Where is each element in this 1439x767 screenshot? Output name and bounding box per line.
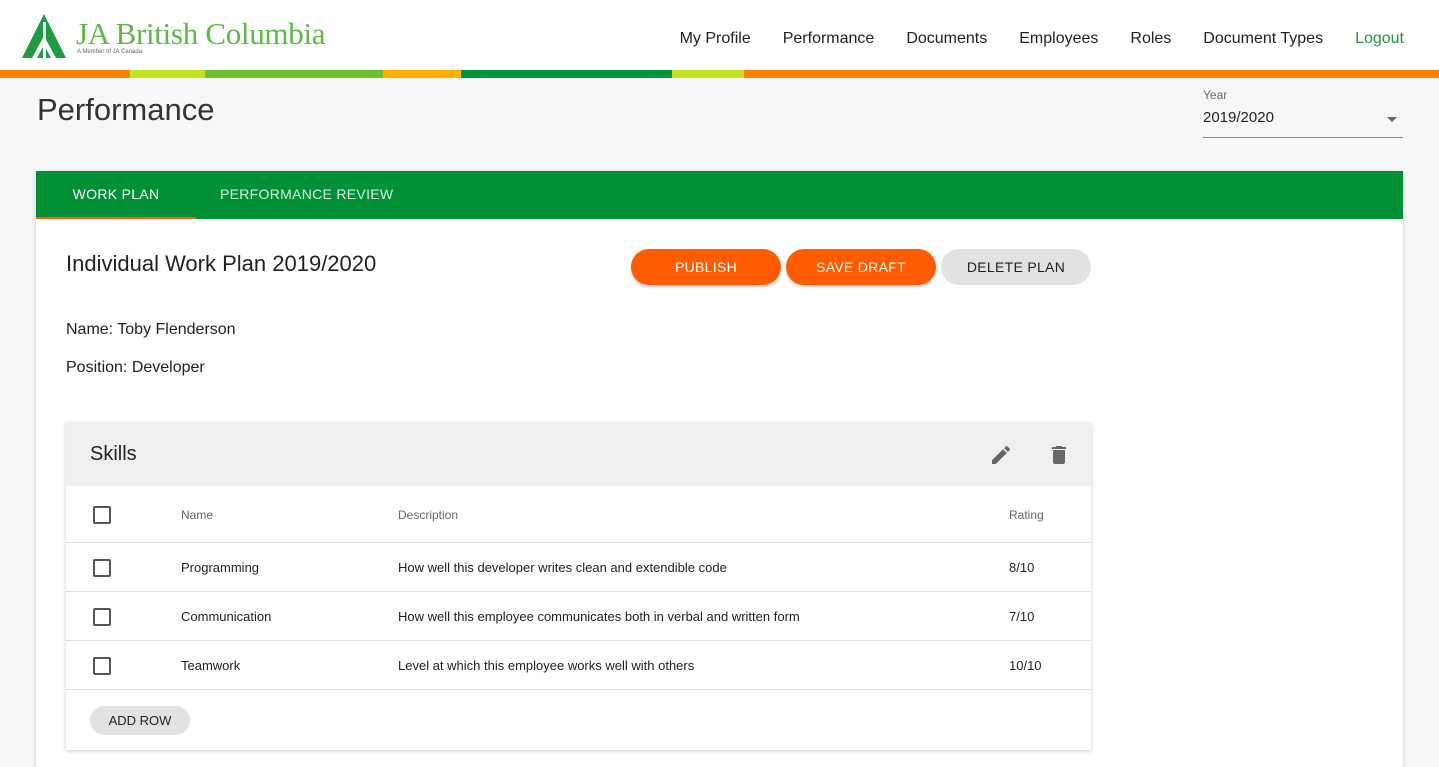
delete-plan-button[interactable]: DELETE PLAN xyxy=(941,249,1091,285)
brand-logo[interactable]: JA British Columbia A Member of JA Canad… xyxy=(22,14,326,60)
skills-panel: Skills Name Description Rating Programmi… xyxy=(66,423,1091,750)
employee-position: Position: Developer xyxy=(66,359,205,376)
skills-header: Skills xyxy=(66,423,1091,486)
stripe-segment xyxy=(744,70,1439,78)
skills-title: Skills xyxy=(90,443,137,465)
column-description: Description xyxy=(398,508,459,522)
skill-description: Level at which this employee works well … xyxy=(398,658,695,673)
column-rating: Rating xyxy=(1009,508,1044,522)
stripe-segment xyxy=(461,70,672,78)
add-row-button[interactable]: ADD ROW xyxy=(90,706,190,735)
nav-roles[interactable]: Roles xyxy=(1130,30,1171,48)
skill-rating: 10/10 xyxy=(1009,658,1042,673)
save-draft-button[interactable]: SAVE DRAFT xyxy=(786,249,936,285)
tab-work-plan[interactable]: WORK PLAN xyxy=(36,171,196,219)
skill-name: Programming xyxy=(181,560,260,575)
skill-name: Teamwork xyxy=(181,658,241,673)
year-value: 2019/2020 xyxy=(1203,109,1274,126)
publish-button[interactable]: PUBLISH xyxy=(631,249,781,285)
skill-rating: 7/10 xyxy=(1009,609,1035,624)
year-dropdown[interactable]: 2019/2020 xyxy=(1203,109,1403,138)
select-all-checkbox[interactable] xyxy=(93,506,111,524)
table-row: Teamwork Level at which this employee wo… xyxy=(66,641,1091,690)
caret-down-icon xyxy=(1387,117,1397,122)
skill-name: Communication xyxy=(181,609,272,624)
page-title: Performance xyxy=(37,92,215,127)
skill-description: How well this developer writes clean and… xyxy=(398,560,727,575)
nav-logout[interactable]: Logout xyxy=(1355,30,1404,48)
main-nav: My Profile Performance Documents Employe… xyxy=(680,30,1404,48)
brand-subtitle: A Member of JA Canada xyxy=(77,49,143,55)
year-select[interactable]: Year 2019/2020 xyxy=(1203,88,1403,138)
nav-employees[interactable]: Employees xyxy=(1019,30,1098,48)
plan-title: Individual Work Plan 2019/2020 xyxy=(66,251,377,276)
column-name: Name xyxy=(181,508,214,522)
brand-title: JA British Columbia xyxy=(76,16,326,51)
tab-performance-review[interactable]: PERFORMANCE REVIEW xyxy=(220,171,393,219)
stripe-segment xyxy=(205,70,383,78)
stripe-segment xyxy=(672,70,744,78)
nav-document-types[interactable]: Document Types xyxy=(1203,30,1323,48)
year-label: Year xyxy=(1203,88,1228,102)
row-checkbox[interactable] xyxy=(93,559,111,577)
ja-logo-icon xyxy=(22,14,66,58)
stripe-segment xyxy=(383,70,461,78)
stripe-segment xyxy=(130,70,205,78)
trash-icon[interactable] xyxy=(1047,443,1071,467)
pencil-icon[interactable] xyxy=(989,443,1013,467)
nav-performance[interactable]: Performance xyxy=(783,30,875,48)
table-row: Programming How well this developer writ… xyxy=(66,543,1091,592)
nav-documents[interactable]: Documents xyxy=(906,30,987,48)
table-row: Communication How well this employee com… xyxy=(66,592,1091,641)
stripe-segment xyxy=(0,70,130,78)
work-plan-card: WORK PLAN PERFORMANCE REVIEW Individual … xyxy=(36,171,1403,767)
employee-name: Name: Toby Flenderson xyxy=(66,321,236,338)
table-header-row: Name Description Rating xyxy=(66,486,1091,543)
skill-rating: 8/10 xyxy=(1009,560,1035,575)
app-header: JA British Columbia A Member of JA Canad… xyxy=(0,0,1439,70)
brand-stripe xyxy=(0,70,1439,78)
nav-my-profile[interactable]: My Profile xyxy=(680,30,751,48)
skill-description: How well this employee communicates both… xyxy=(398,609,800,624)
row-checkbox[interactable] xyxy=(93,657,111,675)
tab-bar: WORK PLAN PERFORMANCE REVIEW xyxy=(36,171,1403,219)
row-checkbox[interactable] xyxy=(93,608,111,626)
